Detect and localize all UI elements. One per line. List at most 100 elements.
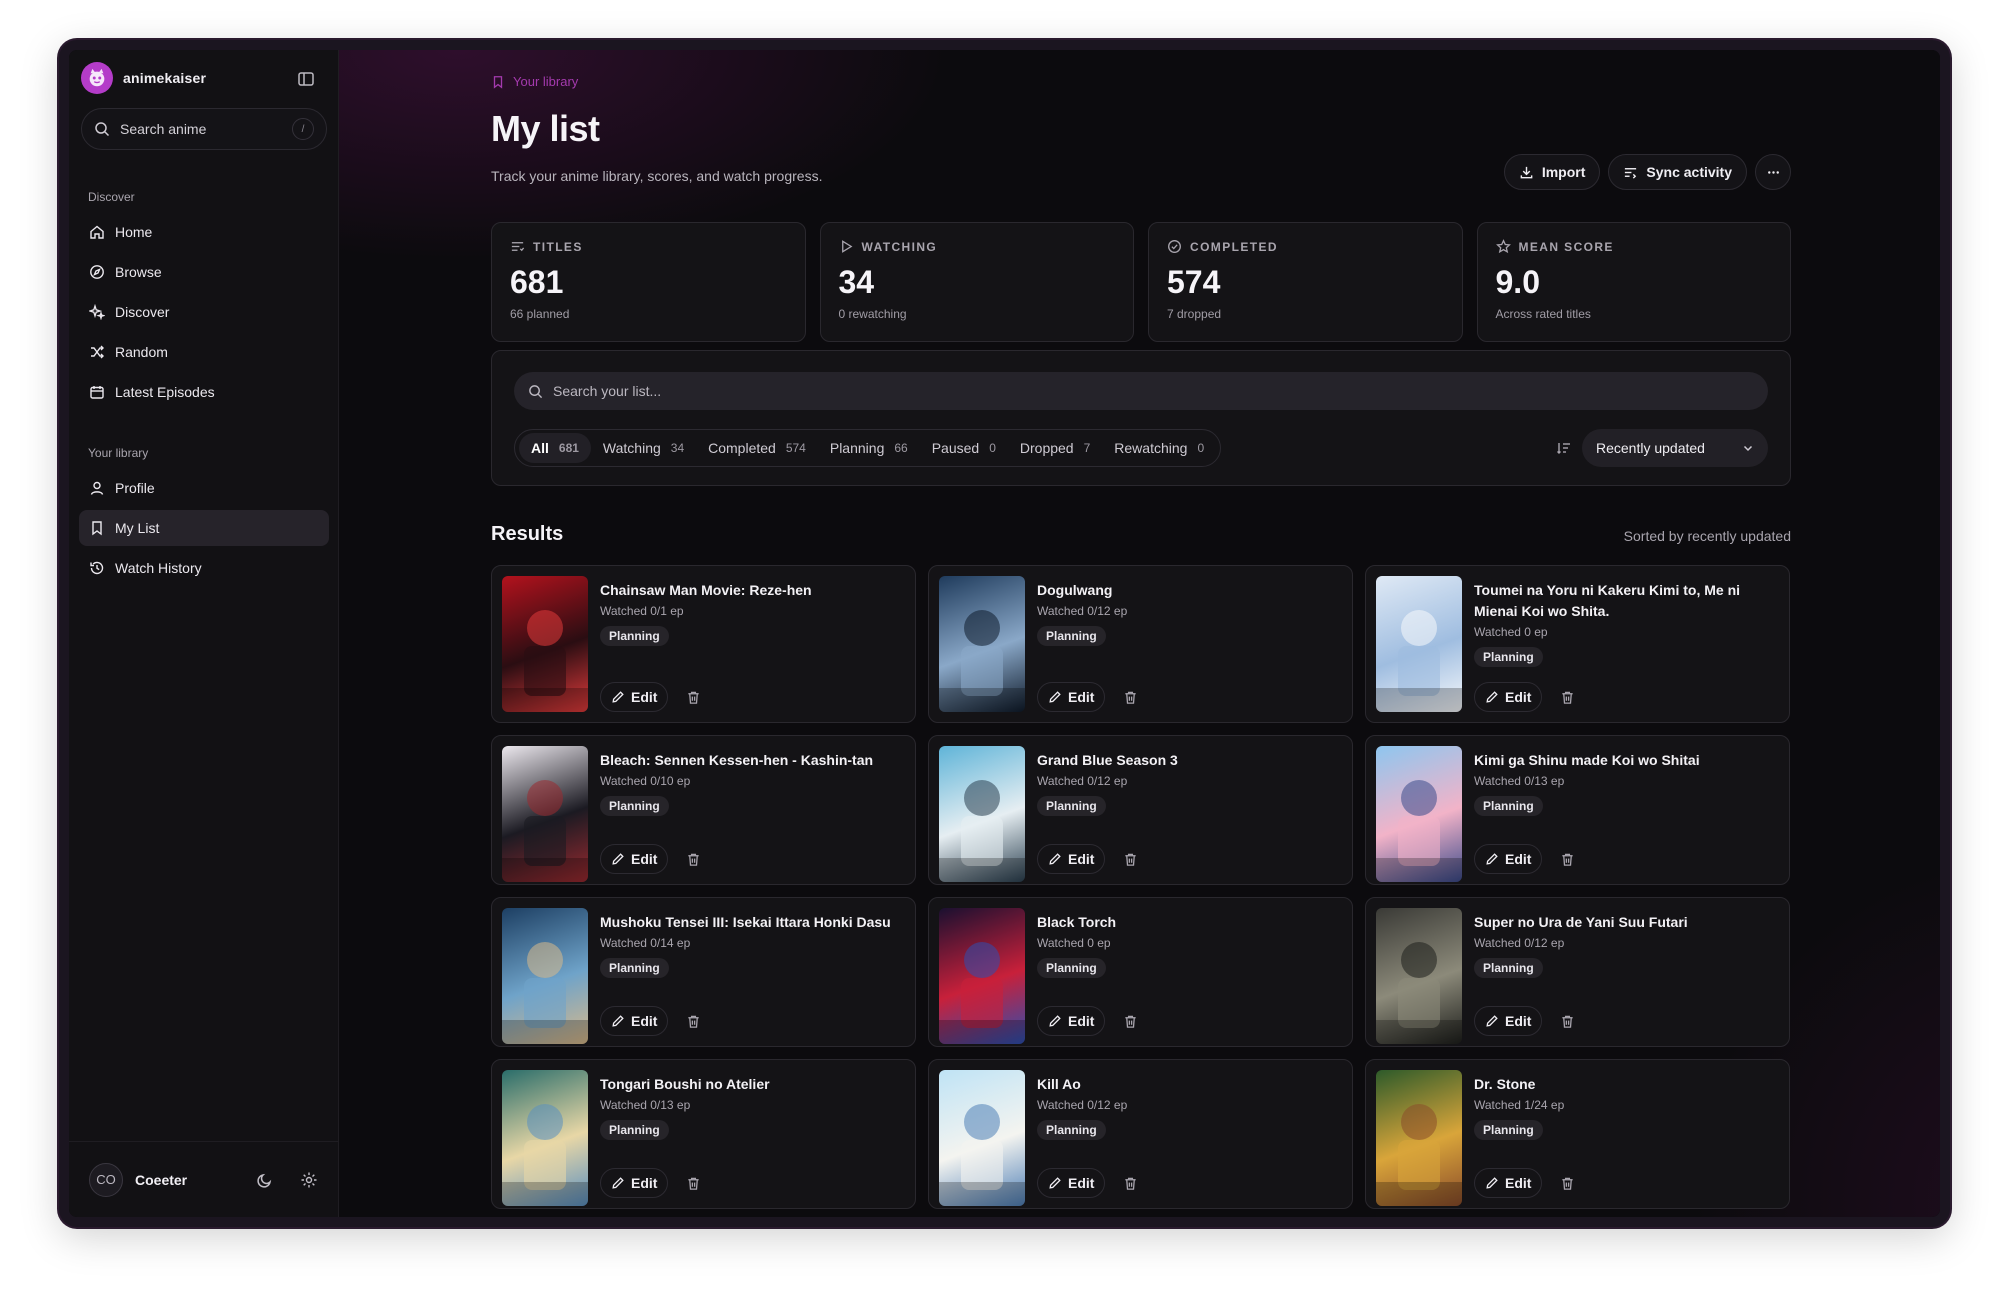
anime-poster[interactable]: [502, 576, 588, 712]
anime-card[interactable]: Chainsaw Man Movie: Reze-hen Watched 0/1 …: [491, 565, 916, 723]
anime-title[interactable]: Kimi ga Shinu made Koi wo Shitai: [1474, 750, 1775, 771]
tab-watching[interactable]: Watching 34: [591, 433, 696, 463]
anime-poster[interactable]: [939, 1070, 1025, 1206]
breadcrumb[interactable]: Your library: [491, 74, 578, 89]
anime-title[interactable]: Chainsaw Man Movie: Reze-hen: [600, 580, 901, 601]
anime-card[interactable]: Kimi ga Shinu made Koi wo Shitai Watched …: [1365, 735, 1790, 885]
edit-button[interactable]: Edit: [1037, 1006, 1106, 1036]
edit-label: Edit: [631, 851, 658, 867]
delete-button[interactable]: [678, 1006, 708, 1036]
sync-activity-button[interactable]: Sync activity: [1608, 154, 1747, 190]
delete-button[interactable]: [1115, 1006, 1145, 1036]
edit-button[interactable]: Edit: [1037, 682, 1106, 712]
anime-poster[interactable]: [939, 746, 1025, 882]
anime-card[interactable]: Black Torch Watched 0 ep Planning Edit: [928, 897, 1353, 1047]
delete-button[interactable]: [678, 1168, 708, 1198]
stat-card-completed: COMPLETED 574 7 dropped: [1148, 222, 1463, 342]
delete-button[interactable]: [1115, 844, 1145, 874]
edit-button[interactable]: Edit: [1474, 682, 1543, 712]
user-name[interactable]: Coeeter: [135, 1172, 222, 1188]
anime-card[interactable]: Kill Ao Watched 0/12 ep Planning Edit: [928, 1059, 1353, 1209]
stat-label: COMPLETED: [1190, 239, 1278, 254]
edit-button[interactable]: Edit: [1474, 1006, 1543, 1036]
tab-completed[interactable]: Completed 574: [696, 433, 818, 463]
edit-button[interactable]: Edit: [600, 1168, 669, 1198]
sidebar-item-my-list[interactable]: My List: [79, 510, 329, 546]
anime-card[interactable]: Bleach: Sennen Kessen-hen - Kashin-tan Wa…: [491, 735, 916, 885]
tab-rewatching[interactable]: Rewatching 0: [1102, 433, 1216, 463]
edit-button[interactable]: Edit: [600, 682, 669, 712]
delete-button[interactable]: [678, 682, 708, 712]
anime-title[interactable]: Mushoku Tensei III: Isekai Ittara Honki …: [600, 912, 901, 933]
edit-button[interactable]: Edit: [1037, 1168, 1106, 1198]
pencil-icon: [1486, 691, 1498, 703]
anime-poster[interactable]: [939, 576, 1025, 712]
sidebar-item-home[interactable]: Home: [79, 214, 329, 250]
sidebar-item-profile[interactable]: Profile: [79, 470, 329, 506]
brand[interactable]: animekaiser: [81, 62, 206, 94]
anime-poster[interactable]: [1376, 746, 1462, 882]
avatar[interactable]: CO: [89, 1162, 123, 1197]
delete-button[interactable]: [1115, 682, 1145, 712]
delete-button[interactable]: [678, 844, 708, 874]
sidebar-search-input[interactable]: Search anime /: [81, 108, 327, 150]
tab-all[interactable]: All 681: [519, 433, 591, 463]
sidebar-item-latest-episodes[interactable]: Latest Episodes: [79, 374, 329, 410]
delete-button[interactable]: [1552, 1168, 1582, 1198]
tab-planning[interactable]: Planning 66: [818, 433, 920, 463]
anime-card[interactable]: Grand Blue Season 3 Watched 0/12 ep Planni…: [928, 735, 1353, 885]
delete-button[interactable]: [1552, 682, 1582, 712]
anime-poster[interactable]: [1376, 1070, 1462, 1206]
anime-poster[interactable]: [502, 1070, 588, 1206]
anime-card[interactable]: Super no Ura de Yani Suu Futari Watched 0…: [1365, 897, 1790, 1047]
anime-title[interactable]: Super no Ura de Yani Suu Futari: [1474, 912, 1775, 933]
sidebar-toggle-icon[interactable]: [297, 70, 315, 88]
anime-poster[interactable]: [502, 746, 588, 882]
delete-button[interactable]: [1115, 1168, 1145, 1198]
anime-card[interactable]: Toumei na Yoru ni Kakeru Kimi to, Me ni …: [1365, 565, 1790, 723]
sidebar-item-browse[interactable]: Browse: [79, 254, 329, 290]
anime-title[interactable]: Toumei na Yoru ni Kakeru Kimi to, Me ni …: [1474, 580, 1775, 622]
anime-card[interactable]: Tongari Boushi no Atelier Watched 0/13 ep…: [491, 1059, 916, 1209]
list-search-input[interactable]: Search your list...: [514, 372, 1768, 410]
trash-icon: [1125, 1177, 1136, 1190]
anime-card[interactable]: Dogulwang Watched 0/12 ep Planning Edit: [928, 565, 1353, 723]
sidebar-item-random[interactable]: Random: [79, 334, 329, 370]
sidebar-item-label: My List: [115, 520, 160, 536]
anime-title[interactable]: Bleach: Sennen Kessen-hen - Kashin-tan: [600, 750, 901, 771]
anime-title[interactable]: Black Torch: [1037, 912, 1338, 933]
anime-poster[interactable]: [502, 908, 588, 1044]
anime-poster[interactable]: [939, 908, 1025, 1044]
sort-icon[interactable]: [1556, 440, 1572, 456]
anime-title[interactable]: Grand Blue Season 3: [1037, 750, 1338, 771]
delete-button[interactable]: [1552, 844, 1582, 874]
import-button[interactable]: Import: [1503, 154, 1601, 190]
sparkles-icon: [89, 304, 105, 320]
moon-icon[interactable]: [256, 1171, 274, 1189]
edit-button[interactable]: Edit: [1474, 1168, 1543, 1198]
tab-paused[interactable]: Paused 0: [920, 433, 1008, 463]
results-title: Results: [491, 523, 564, 545]
delete-button[interactable]: [1552, 1006, 1582, 1036]
edit-button[interactable]: Edit: [1037, 844, 1106, 874]
anime-title[interactable]: Tongari Boushi no Atelier: [600, 1074, 901, 1095]
gear-icon[interactable]: [300, 1171, 318, 1189]
anime-title[interactable]: Dr. Stone: [1474, 1074, 1775, 1095]
anime-title[interactable]: Kill Ao: [1037, 1074, 1338, 1095]
anime-poster[interactable]: [1376, 908, 1462, 1044]
sidebar-item-watch-history[interactable]: Watch History: [79, 550, 329, 586]
anime-card[interactable]: Mushoku Tensei III: Isekai Ittara Honki …: [491, 897, 916, 1047]
edit-button[interactable]: Edit: [600, 844, 669, 874]
sort-select[interactable]: Recently updated: [1582, 429, 1768, 467]
edit-label: Edit: [1068, 1013, 1095, 1029]
anime-card[interactable]: Dr. Stone Watched 1/24 ep Planning Edit: [1365, 1059, 1790, 1209]
pencil-icon: [1049, 1015, 1061, 1027]
edit-button[interactable]: Edit: [600, 1006, 669, 1036]
tab-dropped[interactable]: Dropped 7: [1008, 433, 1102, 463]
sidebar-item-discover[interactable]: Discover: [79, 294, 329, 330]
more-options-button[interactable]: [1755, 154, 1791, 190]
anime-title[interactable]: Dogulwang: [1037, 580, 1338, 601]
anime-poster[interactable]: [1376, 576, 1462, 712]
ellipsis-icon: [1767, 170, 1779, 174]
edit-button[interactable]: Edit: [1474, 844, 1543, 874]
